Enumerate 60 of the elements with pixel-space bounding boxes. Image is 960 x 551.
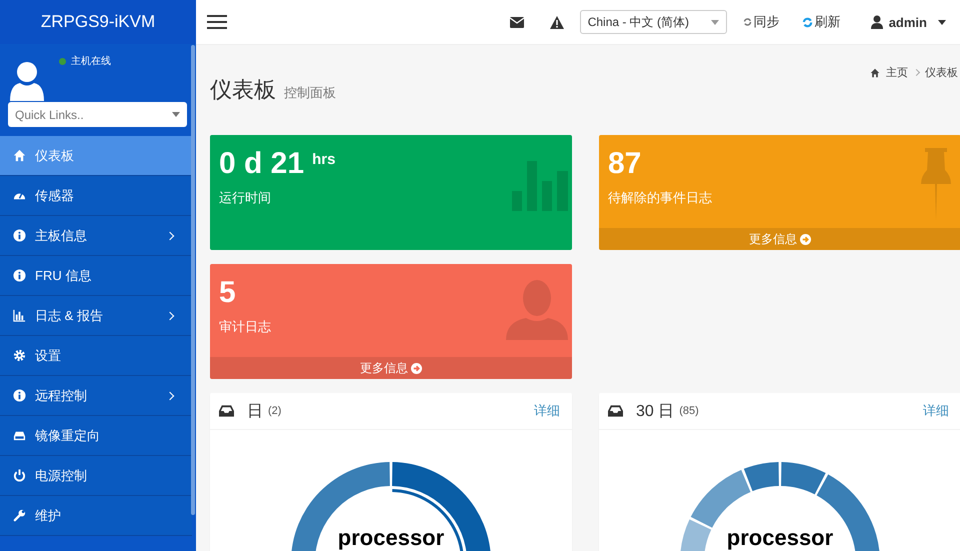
- details-link[interactable]: 详细: [923, 402, 949, 420]
- details-link[interactable]: 详细: [534, 402, 560, 420]
- stat-value: 5: [219, 276, 236, 309]
- page-subtitle: 控制面板: [284, 84, 336, 102]
- nav-item[interactable]: 仪表板: [0, 136, 192, 176]
- wrench-icon: [13, 509, 26, 522]
- inbox-icon: [608, 405, 623, 417]
- stat-value: 0 d 21: [219, 147, 304, 180]
- stat-label: 待解除的事件日志: [608, 189, 713, 207]
- panel-count: (85): [679, 405, 699, 417]
- person-silhouette-icon: [506, 280, 568, 340]
- caret-icon: [710, 20, 719, 24]
- inbox-icon: [219, 405, 234, 417]
- settings-icon: [13, 349, 26, 362]
- stat-label: 运行时间: [219, 189, 272, 207]
- nav-item[interactable]: 日志 & 报告: [0, 296, 192, 336]
- stat-unit: hrs: [312, 151, 336, 168]
- sync-icon: [742, 17, 752, 27]
- home-icon: [13, 149, 26, 162]
- nav-item[interactable]: FRU 信息: [0, 256, 192, 296]
- arrow-circle-icon: [800, 234, 811, 244]
- stat-value: 87: [608, 147, 642, 180]
- more-info-link[interactable]: 更多信息: [210, 357, 572, 379]
- home-icon: [870, 68, 880, 78]
- nav-item[interactable]: 电源控制: [0, 456, 192, 496]
- chart-center-label: processor: [726, 525, 834, 550]
- bar-chart-icon: [13, 309, 26, 322]
- warning-icon[interactable]: [550, 16, 564, 28]
- brand-title: ZRPGS9-iKVM: [0, 0, 196, 44]
- user-icon: [870, 15, 883, 29]
- breadcrumb-link[interactable]: 主页: [886, 65, 908, 80]
- nav-item[interactable]: 维护: [0, 496, 192, 536]
- info-icon: [13, 389, 26, 402]
- language-select[interactable]: China - 中文 (简体): [580, 10, 727, 34]
- nav-item[interactable]: 设置: [0, 336, 192, 376]
- nav-item[interactable]: 镜像重定向: [0, 416, 192, 456]
- nav-item[interactable]: 远程控制: [0, 376, 192, 416]
- refresh-button[interactable]: 刷新: [796, 13, 847, 31]
- arrow-circle-icon: [411, 362, 422, 374]
- breadcrumb-link[interactable]: 仪表板: [925, 65, 958, 80]
- panel-count: (2): [268, 405, 282, 417]
- user-avatar-icon: [9, 61, 45, 101]
- power-icon: [13, 469, 26, 482]
- nav-item[interactable]: 传感器: [0, 176, 192, 216]
- info-icon: [13, 229, 26, 242]
- drive-icon: [13, 429, 26, 442]
- mail-icon[interactable]: [510, 16, 524, 28]
- panel-title: 日: [247, 402, 263, 422]
- status-text: 主机在线: [71, 54, 111, 68]
- info-icon: [13, 269, 26, 282]
- sync-button[interactable]: 同步: [736, 13, 786, 31]
- stat-label: 审计日志: [219, 318, 272, 336]
- user-menu-button[interactable]: admin: [864, 14, 952, 30]
- refresh-icon: [802, 16, 813, 28]
- nav-item[interactable]: 主板信息: [0, 216, 192, 256]
- menu-icon[interactable]: [207, 14, 227, 30]
- page-title: 仪表板: [210, 76, 276, 104]
- chart-center-label: processor: [338, 525, 444, 550]
- panel-title: 30 日: [636, 402, 674, 422]
- caret-icon: [172, 112, 180, 117]
